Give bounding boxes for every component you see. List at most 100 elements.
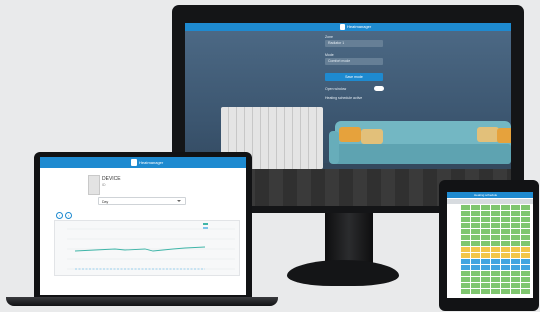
schedule-cell[interactable] [491,205,500,210]
schedule-cell[interactable] [461,235,470,240]
schedule-cell[interactable] [501,247,510,252]
schedule-cell[interactable] [491,223,500,228]
schedule-cell[interactable] [521,289,530,294]
heating-schedule-grid[interactable] [447,205,533,298]
schedule-cell[interactable] [501,205,510,210]
schedule-cell[interactable] [511,229,520,234]
schedule-cell[interactable] [521,229,530,234]
schedule-cell[interactable] [471,211,480,216]
schedule-cell[interactable] [461,229,470,234]
schedule-cell[interactable] [511,253,520,258]
schedule-cell[interactable] [461,265,470,270]
schedule-cell[interactable] [521,217,530,222]
schedule-cell[interactable] [511,235,520,240]
zone-select[interactable]: Radiator 1 [325,40,383,47]
schedule-cell[interactable] [491,283,500,288]
prev-period-icon[interactable]: ‹ [56,212,63,219]
schedule-cell[interactable] [491,259,500,264]
schedule-cell[interactable] [471,259,480,264]
schedule-cell[interactable] [461,217,470,222]
schedule-cell[interactable] [501,271,510,276]
schedule-cell[interactable] [491,277,500,282]
schedule-cell[interactable] [511,247,520,252]
schedule-cell[interactable] [461,241,470,246]
schedule-cell[interactable] [501,265,510,270]
schedule-cell[interactable] [481,205,490,210]
schedule-cell[interactable] [471,217,480,222]
schedule-cell[interactable] [471,271,480,276]
schedule-cell[interactable] [471,265,480,270]
schedule-cell[interactable] [521,283,530,288]
schedule-cell[interactable] [511,217,520,222]
schedule-cell[interactable] [521,241,530,246]
schedule-cell[interactable] [521,253,530,258]
schedule-cell[interactable] [461,247,470,252]
schedule-cell[interactable] [501,235,510,240]
schedule-cell[interactable] [501,217,510,222]
schedule-cell[interactable] [501,259,510,264]
schedule-cell[interactable] [481,283,490,288]
schedule-cell[interactable] [481,235,490,240]
schedule-cell[interactable] [461,259,470,264]
schedule-cell[interactable] [481,253,490,258]
schedule-cell[interactable] [481,211,490,216]
schedule-cell[interactable] [521,223,530,228]
schedule-cell[interactable] [491,289,500,294]
schedule-cell[interactable] [511,259,520,264]
schedule-cell[interactable] [461,253,470,258]
schedule-cell[interactable] [471,223,480,228]
schedule-cell[interactable] [491,253,500,258]
schedule-cell[interactable] [481,277,490,282]
schedule-cell[interactable] [461,211,470,216]
schedule-cell[interactable] [461,271,470,276]
period-select[interactable]: Day [98,197,186,205]
schedule-cell[interactable] [511,241,520,246]
schedule-cell[interactable] [491,229,500,234]
open-window-toggle[interactable] [374,86,384,91]
schedule-cell[interactable] [511,265,520,270]
schedule-cell[interactable] [491,247,500,252]
schedule-cell[interactable] [471,253,480,258]
schedule-cell[interactable] [481,223,490,228]
schedule-cell[interactable] [521,235,530,240]
schedule-cell[interactable] [471,229,480,234]
schedule-cell[interactable] [521,211,530,216]
schedule-cell[interactable] [511,205,520,210]
schedule-cell[interactable] [511,271,520,276]
schedule-cell[interactable] [491,217,500,222]
schedule-cell[interactable] [511,223,520,228]
schedule-cell[interactable] [471,235,480,240]
schedule-cell[interactable] [471,205,480,210]
schedule-cell[interactable] [521,265,530,270]
schedule-cell[interactable] [501,241,510,246]
schedule-cell[interactable] [521,205,530,210]
schedule-cell[interactable] [491,235,500,240]
schedule-cell[interactable] [511,289,520,294]
schedule-cell[interactable] [521,277,530,282]
schedule-cell[interactable] [481,265,490,270]
schedule-cell[interactable] [481,229,490,234]
schedule-cell[interactable] [461,223,470,228]
schedule-cell[interactable] [491,271,500,276]
schedule-cell[interactable] [481,241,490,246]
schedule-cell[interactable] [521,259,530,264]
schedule-cell[interactable] [481,247,490,252]
schedule-cell[interactable] [481,271,490,276]
schedule-cell[interactable] [471,241,480,246]
schedule-cell[interactable] [521,247,530,252]
schedule-cell[interactable] [471,283,480,288]
schedule-cell[interactable] [501,229,510,234]
schedule-cell[interactable] [511,277,520,282]
schedule-cell[interactable] [501,253,510,258]
schedule-cell[interactable] [511,283,520,288]
schedule-cell[interactable] [491,265,500,270]
schedule-cell[interactable] [501,283,510,288]
schedule-cell[interactable] [461,283,470,288]
schedule-cell[interactable] [501,223,510,228]
schedule-cell[interactable] [511,211,520,216]
mode-select[interactable]: Comfort mode [325,58,383,65]
next-period-icon[interactable]: › [65,212,72,219]
schedule-cell[interactable] [491,211,500,216]
schedule-cell[interactable] [521,271,530,276]
schedule-cell[interactable] [481,289,490,294]
